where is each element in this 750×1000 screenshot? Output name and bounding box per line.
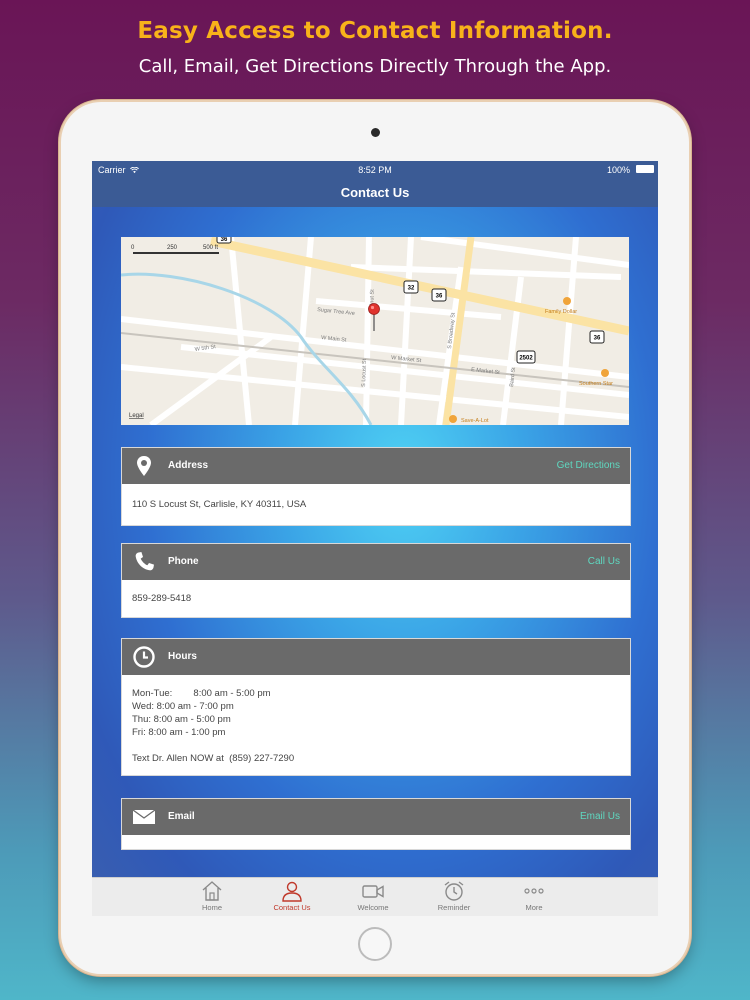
poi-label: Family Dollar	[545, 309, 577, 315]
address-card-header: Address Get Directions	[122, 448, 630, 484]
battery-percent: 100%	[606, 165, 630, 175]
email-us-button[interactable]: Email Us	[580, 811, 620, 822]
app-screen: Carrier 8:52 PM 100% Contact Us 0 250 50…	[92, 161, 658, 916]
promo-headline: Easy Access to Contact Information.	[137, 18, 613, 44]
hours-body: Mon-Tue: 8:00 am - 5:00 pm Wed: 8:00 am …	[122, 675, 630, 775]
hours-line: Thu: 8:00 am - 5:00 pm	[132, 714, 231, 725]
tab-label: More	[525, 903, 543, 912]
email-title: Email	[168, 811, 195, 822]
get-directions-button[interactable]: Get Directions	[557, 460, 620, 471]
poi-label: Save-A-Lot	[461, 418, 489, 424]
text-doctor-line[interactable]: Text Dr. Allen NOW at (859) 227-7290	[132, 752, 620, 765]
phone-card-header: Phone Call Us	[122, 544, 630, 580]
address-card: Address Get Directions 110 S Locust St, …	[121, 447, 631, 526]
street-label: S Locust St	[361, 358, 368, 387]
tab-label: Home	[201, 903, 222, 912]
hours-line: Mon-Tue: 8:00 am - 5:00 pm	[132, 688, 271, 699]
tab-bar: Home Contact Us Welcome Reminder More	[92, 877, 658, 916]
tab-welcome[interactable]: Welcome	[333, 880, 413, 912]
poi-label: Southern Star	[579, 381, 613, 387]
route-shield: 32	[408, 286, 415, 292]
call-us-button[interactable]: Call Us	[588, 556, 620, 567]
route-shield: 36	[594, 336, 601, 342]
nav-title: Contact Us	[92, 179, 658, 207]
device-home-button[interactable]	[358, 927, 392, 961]
map-canvas: 0 250 500 ft Sugar Tree Ave W Main St W …	[121, 237, 629, 425]
status-bar: Carrier 8:52 PM 100%	[92, 161, 658, 179]
map-scale-250: 250	[167, 245, 178, 251]
tab-label: Reminder	[437, 903, 471, 912]
map-scale-500: 500 ft	[203, 245, 218, 251]
tab-label: Contact Us	[273, 903, 311, 912]
hours-line: Fri: 8:00 am - 1:00 pm	[132, 727, 226, 738]
route-shield: 36	[436, 294, 443, 300]
video-camera-icon	[362, 885, 384, 898]
ipad-device-frame: Carrier 8:52 PM 100% Contact Us 0 250 50…	[61, 102, 689, 974]
address-text: 110 S Locust St, Carlisle, KY 40311, USA	[132, 499, 307, 510]
route-shield: 36	[221, 237, 228, 243]
location-map[interactable]: 0 250 500 ft Sugar Tree Ave W Main St W …	[121, 237, 629, 425]
phone-number[interactable]: 859-289-5418	[122, 580, 630, 617]
battery-icon	[636, 165, 654, 173]
route-shield: 2502	[519, 356, 533, 362]
phone-title: Phone	[168, 556, 199, 567]
email-card-header: Email Email Us	[122, 799, 630, 835]
tab-more[interactable]: More	[494, 880, 574, 912]
status-time: 8:52 PM	[358, 165, 392, 175]
phone-card: Phone Call Us 859-289-5418	[121, 543, 631, 618]
phone-icon	[135, 552, 154, 571]
tab-label: Welcome	[357, 903, 389, 912]
alarm-clock-icon	[444, 881, 464, 901]
map-legal-link[interactable]: Legal	[129, 413, 144, 419]
hours-card-header: Hours	[122, 639, 630, 675]
address-title: Address	[168, 460, 209, 471]
more-dots-icon	[524, 888, 544, 894]
tab-reminder[interactable]: Reminder	[414, 880, 494, 912]
hours-card: Hours Mon-Tue: 8:00 am - 5:00 pm Wed: 8:…	[121, 638, 631, 776]
front-camera	[371, 128, 380, 137]
promo-subline: Call, Email, Get Directions Directly Thr…	[138, 56, 612, 77]
hours-line: Wed: 8:00 am - 7:00 pm	[132, 701, 234, 712]
person-icon	[282, 881, 302, 902]
email-card: Email Email Us	[121, 798, 631, 850]
home-icon	[202, 881, 222, 901]
tab-home[interactable]: Home	[172, 880, 252, 912]
envelope-icon	[132, 809, 156, 824]
hours-title: Hours	[168, 651, 197, 662]
tab-contact-us[interactable]: Contact Us	[252, 880, 332, 912]
clock-icon	[133, 646, 155, 668]
location-pin-icon	[137, 456, 151, 476]
